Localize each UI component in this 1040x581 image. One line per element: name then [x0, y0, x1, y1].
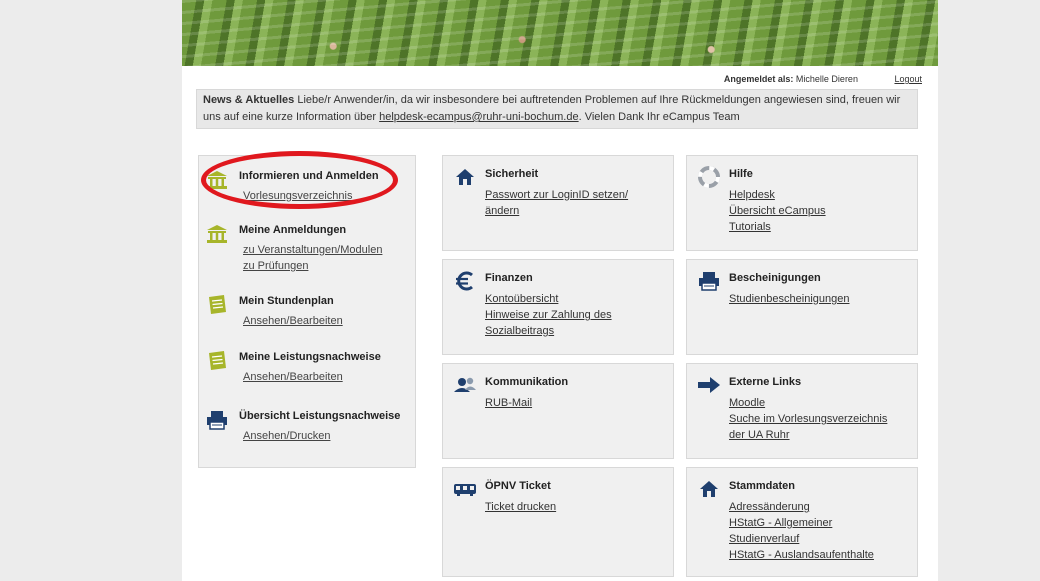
- studienverlauf-link[interactable]: Studienverlauf: [729, 531, 874, 547]
- menu-title: Übersicht Leistungsnachweise: [239, 410, 401, 422]
- tutorials-link[interactable]: Tutorials: [729, 219, 826, 235]
- people-icon: [454, 377, 476, 392]
- card-oepnv-ticket: ÖPNV Ticket Ticket drucken: [442, 467, 674, 577]
- helpdesk-link[interactable]: Helpdesk: [729, 187, 826, 203]
- veranstaltungen-modulen-link[interactable]: zu Veranstaltungen/Modulen: [243, 242, 382, 258]
- card-kommunikation: Kommunikation RUB-Mail: [442, 363, 674, 459]
- card-title: Bescheinigungen: [729, 272, 821, 284]
- stundenplan-ansehen-link[interactable]: Ansehen/Bearbeiten: [243, 313, 343, 329]
- rub-mail-link[interactable]: RUB-Mail: [485, 395, 532, 411]
- hstatg-auslandsaufenthalte-link[interactable]: HStatG - Auslandsaufenthalte: [729, 547, 874, 563]
- notepad-icon: [209, 295, 226, 314]
- card-stammdaten: Stammdaten Adressänderung HStatG - Allge…: [686, 467, 918, 577]
- user-name: Michelle Dieren: [795, 74, 858, 84]
- notepad-icon: [209, 351, 226, 370]
- lifebuoy-icon: [698, 166, 720, 188]
- leistungsnachweise-drucken-link[interactable]: Ansehen/Drucken: [243, 428, 330, 444]
- ticket-drucken-link[interactable]: Ticket drucken: [485, 499, 556, 515]
- lecture-hall-banner-image: [182, 0, 938, 66]
- printer-icon: [207, 411, 227, 430]
- pruefungen-link[interactable]: zu Prüfungen: [243, 258, 382, 274]
- hstatg-allgemeiner-link[interactable]: HStatG - Allgemeiner: [729, 515, 874, 531]
- card-title: Stammdaten: [729, 480, 796, 492]
- main-page: Angemeldet als: Michelle Dieren Logout N…: [182, 0, 938, 581]
- uebersicht-ecampus-link[interactable]: Übersicht eCampus: [729, 203, 826, 219]
- tram-icon: [454, 484, 476, 496]
- sozialbeitrags-link[interactable]: Sozialbeitrags: [485, 323, 612, 339]
- house-icon: [456, 169, 474, 185]
- suche-vorlesungsverzeichnis-link[interactable]: Suche im Vorlesungsverzeichnis: [729, 411, 887, 427]
- card-hilfe: Hilfe Helpdesk Übersicht eCampus Tutoria…: [686, 155, 918, 251]
- studienbescheinigungen-link[interactable]: Studienbescheinigungen: [729, 291, 850, 307]
- card-externe-links: Externe Links Moodle Suche im Vorlesungs…: [686, 363, 918, 459]
- news-heading: News & Aktuelles: [203, 94, 295, 106]
- ua-ruhr-link[interactable]: der UA Ruhr: [729, 427, 887, 443]
- arrow-right-icon: [698, 377, 720, 393]
- card-title: ÖPNV Ticket: [485, 480, 551, 492]
- card-title: Hilfe: [729, 168, 753, 180]
- menu-title: Meine Anmeldungen: [239, 224, 347, 236]
- passwort-setzen-link[interactable]: Passwort zur LoginID setzen/: [485, 187, 628, 203]
- leistungsnachweise-ansehen-link[interactable]: Ansehen/Bearbeiten: [243, 369, 343, 385]
- house-icon: [700, 481, 718, 497]
- moodle-link[interactable]: Moodle: [729, 395, 887, 411]
- hinweise-zahlung-link[interactable]: Hinweise zur Zahlung des: [485, 307, 612, 323]
- logged-in-label: Angemeldet als:: [723, 74, 794, 84]
- printer-icon: [699, 272, 719, 291]
- card-title: Finanzen: [485, 272, 533, 284]
- helpdesk-email-link[interactable]: helpdesk-ecampus@ruhr-uni-bochum.de: [379, 111, 579, 123]
- red-annotation-circle: [201, 151, 398, 209]
- card-title: Kommunikation: [485, 376, 569, 388]
- login-status: Angemeldet als: Michelle Dieren Logout: [724, 74, 922, 84]
- menu-title: Meine Leistungsnachweise: [239, 351, 381, 363]
- kontouebersicht-link[interactable]: Kontoübersicht: [485, 291, 612, 307]
- logout-link[interactable]: Logout: [894, 74, 922, 84]
- card-finanzen: Finanzen Kontoübersicht Hinweise zur Zah…: [442, 259, 674, 355]
- news-box: News & Aktuelles Liebe/r Anwender/in, da…: [196, 89, 918, 129]
- passwort-aendern-link[interactable]: ändern: [485, 203, 628, 219]
- card-title: Sicherheit: [485, 168, 539, 180]
- menu-title: Mein Stundenplan: [239, 295, 334, 307]
- news-text-end: . Vielen Dank Ihr eCampus Team: [578, 111, 740, 123]
- adressaenderung-link[interactable]: Adressänderung: [729, 499, 874, 515]
- euro-icon: [456, 271, 473, 291]
- card-title: Externe Links: [729, 376, 802, 388]
- building-icon: [207, 225, 227, 243]
- card-sicherheit: Sicherheit Passwort zur LoginID setzen/ …: [442, 155, 674, 251]
- card-bescheinigungen: Bescheinigungen Studienbescheinigungen: [686, 259, 918, 355]
